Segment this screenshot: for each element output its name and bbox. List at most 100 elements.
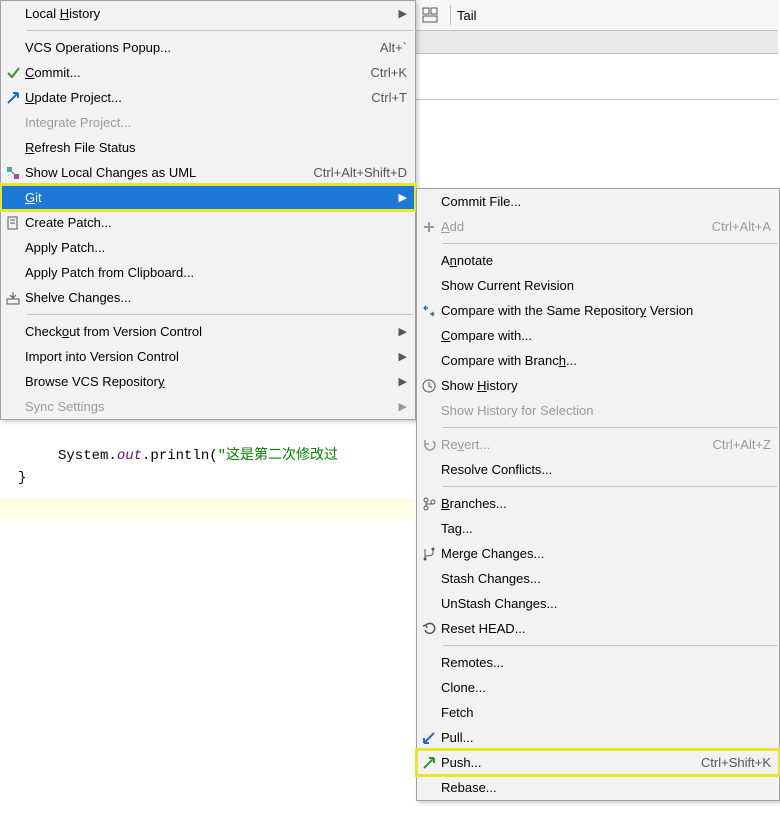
menu-label: Merge Changes...: [441, 546, 771, 561]
menu-label: UnStash Changes...: [441, 596, 771, 611]
code-string: "这是第二次修改过: [218, 448, 338, 464]
submenu-arrow-icon: ▶: [397, 325, 407, 338]
menu-item-rebase[interactable]: Rebase...: [417, 775, 779, 800]
menu-item-browse-vcs-repo[interactable]: Browse VCS Repository ▶: [1, 369, 415, 394]
menu-item-import-vcs[interactable]: Import into Version Control ▶: [1, 344, 415, 369]
menu-label: Git: [25, 190, 397, 205]
menu-item-compare-same-repo[interactable]: Compare with the Same Repository Version: [417, 298, 779, 323]
menu-label: Pull...: [441, 730, 771, 745]
pull-arrow-icon: [417, 731, 441, 745]
menu-item-compare-with[interactable]: Compare with...: [417, 323, 779, 348]
menu-label: Remotes...: [441, 655, 771, 670]
menu-item-branches[interactable]: Branches...: [417, 491, 779, 516]
menu-item-reset-head[interactable]: Reset HEAD...: [417, 616, 779, 641]
git-submenu: Commit File... Add Ctrl+Alt+A Annotate S…: [416, 188, 780, 801]
menu-item-add: Add Ctrl+Alt+A: [417, 214, 779, 239]
compare-icon: [417, 304, 441, 318]
menu-shortcut: Ctrl+Alt+Z: [700, 437, 771, 452]
menu-label: Commit File...: [441, 194, 771, 209]
menu-separator: [443, 645, 777, 646]
code-line: System.out.println("这是第二次修改过: [58, 444, 338, 464]
menu-item-update-project[interactable]: Update Project... Ctrl+T: [1, 85, 415, 110]
menu-label: Show History for Selection: [441, 403, 771, 418]
menu-item-annotate[interactable]: Annotate: [417, 248, 779, 273]
menu-item-tag[interactable]: Tag...: [417, 516, 779, 541]
plus-icon: [417, 221, 441, 233]
menu-label: Tag...: [441, 521, 771, 536]
push-arrow-icon: [417, 756, 441, 770]
toolbar-divider: [450, 5, 451, 25]
menu-label: Rebase...: [441, 780, 771, 795]
menu-label: Checkout from Version Control: [25, 324, 397, 339]
menu-item-commit-file[interactable]: Commit File...: [417, 189, 779, 214]
menu-label: Add: [441, 219, 700, 234]
menu-label: Show History: [441, 378, 771, 393]
menu-item-commit[interactable]: Commit... Ctrl+K: [1, 60, 415, 85]
menu-item-stash-changes[interactable]: Stash Changes...: [417, 566, 779, 591]
table-header: [416, 31, 778, 54]
menu-item-show-local-changes-uml[interactable]: Show Local Changes as UML Ctrl+Alt+Shift…: [1, 160, 415, 185]
menu-label: Shelve Changes...: [25, 290, 407, 305]
menu-item-compare-branch[interactable]: Compare with Branch...: [417, 348, 779, 373]
menu-item-vcs-popup[interactable]: VCS Operations Popup... Alt+`: [1, 35, 415, 60]
menu-item-apply-patch-clipboard[interactable]: Apply Patch from Clipboard...: [1, 260, 415, 285]
menu-label: Integrate Project...: [25, 115, 407, 130]
menu-label: Local History: [25, 6, 397, 21]
vcs-menu: Local History ▶ VCS Operations Popup... …: [0, 0, 416, 420]
menu-item-fetch[interactable]: Fetch: [417, 700, 779, 725]
menu-item-shelve-changes[interactable]: Shelve Changes...: [1, 285, 415, 310]
menu-item-unstash-changes[interactable]: UnStash Changes...: [417, 591, 779, 616]
menu-shortcut: Alt+`: [368, 40, 407, 55]
menu-label: Create Patch...: [25, 215, 407, 230]
revert-icon: [417, 438, 441, 452]
menu-shortcut: Ctrl+K: [359, 65, 407, 80]
shelve-icon: [1, 291, 25, 305]
menu-label: Update Project...: [25, 90, 359, 105]
menu-item-sync-settings: Sync Settings ▶: [1, 394, 415, 419]
submenu-arrow-icon: ▶: [397, 400, 407, 413]
toolbar-tail-label[interactable]: Tail: [457, 8, 477, 23]
reset-icon: [417, 622, 441, 636]
menu-label: Compare with the Same Repository Version: [441, 303, 771, 318]
menu-label: Clone...: [441, 680, 771, 695]
menu-item-show-history[interactable]: Show History: [417, 373, 779, 398]
menu-item-merge-changes[interactable]: Merge Changes...: [417, 541, 779, 566]
menu-label: Resolve Conflicts...: [441, 462, 771, 477]
menu-label: Branches...: [441, 496, 771, 511]
menu-item-remotes[interactable]: Remotes...: [417, 650, 779, 675]
menu-label: Stash Changes...: [441, 571, 771, 586]
submenu-arrow-icon: ▶: [397, 375, 407, 388]
submenu-arrow-icon: ▶: [397, 191, 407, 204]
menu-item-push[interactable]: Push... Ctrl+Shift+K: [417, 750, 779, 775]
menu-label: Compare with...: [441, 328, 771, 343]
menu-label: Show Current Revision: [441, 278, 771, 293]
menu-label: Sync Settings: [25, 399, 397, 414]
menu-separator: [443, 486, 777, 487]
menu-item-integrate-project: Integrate Project...: [1, 110, 415, 135]
menu-label: Annotate: [441, 253, 771, 268]
uml-diff-icon: [1, 166, 25, 180]
menu-item-refresh-status[interactable]: Refresh File Status: [1, 135, 415, 160]
menu-item-git[interactable]: Git ▶: [1, 185, 415, 210]
patch-icon: [1, 216, 25, 230]
menu-shortcut: Ctrl+T: [359, 90, 407, 105]
menu-item-create-patch[interactable]: Create Patch...: [1, 210, 415, 235]
code-field: out: [117, 448, 142, 464]
menu-item-show-current-revision[interactable]: Show Current Revision: [417, 273, 779, 298]
menu-label: Fetch: [441, 705, 771, 720]
editor-highlight-strip: [0, 498, 415, 520]
menu-item-apply-patch[interactable]: Apply Patch...: [1, 235, 415, 260]
menu-label: Refresh File Status: [25, 140, 407, 155]
menu-label: Commit...: [25, 65, 359, 80]
menu-separator: [443, 243, 777, 244]
menu-label: Browse VCS Repository: [25, 374, 397, 389]
layout-icon[interactable]: [422, 7, 438, 23]
menu-item-resolve-conflicts[interactable]: Resolve Conflicts...: [417, 457, 779, 482]
menu-item-clone[interactable]: Clone...: [417, 675, 779, 700]
menu-item-checkout-vcs[interactable]: Checkout from Version Control ▶: [1, 319, 415, 344]
check-icon: [1, 66, 25, 80]
table-blank: [416, 54, 778, 100]
submenu-arrow-icon: ▶: [397, 350, 407, 363]
menu-item-pull[interactable]: Pull...: [417, 725, 779, 750]
menu-item-local-history[interactable]: Local History ▶: [1, 1, 415, 26]
